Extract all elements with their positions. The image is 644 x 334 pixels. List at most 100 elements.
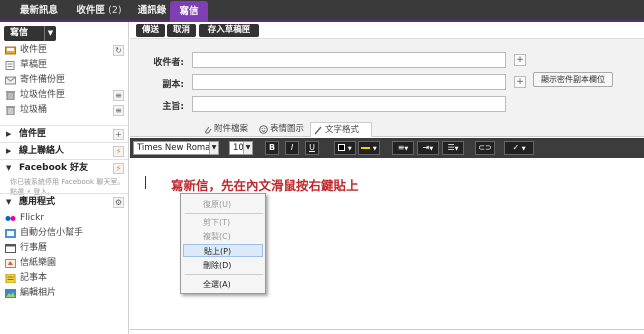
gear-icon[interactable]: ⚙	[113, 197, 124, 208]
cc-label: 副本:	[162, 80, 184, 90]
menu-item-cut[interactable]: 剪下(T)	[183, 216, 263, 229]
font-family-select[interactable]: Times New Roman ▼	[133, 141, 219, 155]
tab-text-format[interactable]: 文字格式	[310, 122, 372, 137]
status-icon[interactable]: ⚡	[113, 163, 124, 174]
add-recipient-icon[interactable]: +	[514, 54, 526, 66]
empty-trash-icon[interactable]: ≡	[113, 105, 124, 116]
context-menu: 復原(U) 剪下(T) 複製(C) 貼上(P) 刪除(D) 全選(A)	[180, 193, 266, 294]
add-folder-icon[interactable]: +	[113, 129, 124, 140]
send-button[interactable]: 傳送	[136, 24, 165, 37]
section-facebook-friends[interactable]: ▼ Facebook 好友 ⚡	[0, 159, 128, 176]
cancel-button[interactable]: 取消	[167, 24, 196, 37]
cc-field[interactable]	[192, 74, 506, 90]
editor-tabs: 附件檔案 表情圖示 文字格式	[130, 121, 644, 137]
top-navigation: 最新訊息 收件匣 (2) 通訊錄 寫信	[0, 0, 644, 22]
menu-item-delete[interactable]: 刪除(D)	[183, 259, 263, 272]
folder-sent[interactable]: 寄件備份匣	[0, 73, 128, 88]
folder-drafts[interactable]: 草稿匣	[0, 58, 128, 73]
underline-button[interactable]: U	[305, 141, 319, 155]
chevron-down-icon: ▼	[429, 146, 434, 152]
tab-label: 最新訊息	[19, 5, 58, 16]
italic-button[interactable]: I	[285, 141, 299, 155]
list-button[interactable]: ☰▼	[442, 141, 464, 155]
section-label: 線上聯絡人	[19, 146, 65, 156]
format-toolbar: Times New Roman ▼ 10 ▼ B I U ▼ ▼ ≡▼ ⇥▼ ☰…	[130, 138, 644, 158]
tab-news[interactable]: 最新訊息	[10, 2, 68, 20]
font-color-icon	[338, 144, 346, 151]
compose-label: 寫信	[10, 28, 29, 38]
folder-spam[interactable]: 垃圾信件匣 ≡	[0, 88, 128, 103]
link-button[interactable]: ⊂⊃	[475, 141, 495, 155]
to-field[interactable]	[192, 52, 506, 68]
tab-label: 寫信	[179, 6, 199, 17]
section-online-contacts[interactable]: ▶ 線上聯絡人 ⚡	[0, 142, 128, 159]
app-label: 記事本	[20, 273, 48, 283]
menu-item-copy[interactable]: 複製(C)	[183, 230, 263, 243]
bold-button[interactable]: B	[265, 141, 279, 155]
app-flickr[interactable]: Flickr	[0, 211, 128, 226]
folder-inbox[interactable]: 收件匣 ↻	[0, 43, 128, 58]
trash-icon	[6, 106, 15, 115]
subject-label: 主旨:	[162, 102, 184, 112]
status-icon[interactable]: ⚡	[113, 146, 124, 157]
indent-button[interactable]: ⇥▼	[417, 141, 439, 155]
chevron-down-icon[interactable]: ▼	[44, 26, 56, 41]
highlighter-icon	[361, 146, 371, 149]
tab-label: 文字格式	[325, 125, 360, 135]
stationery-icon	[5, 259, 16, 268]
chevron-down-icon: ▼	[404, 146, 409, 152]
font-color-button[interactable]: ▼	[334, 141, 356, 155]
section-apps[interactable]: ▼ 應用程式 ⚙	[0, 193, 128, 210]
font-value: Times New Roman	[137, 143, 216, 153]
tab-emoticons[interactable]: 表情圖示	[256, 122, 308, 137]
chevron-down-icon: ▼	[454, 146, 459, 152]
app-mail-helper[interactable]: 自動分信小幫手	[0, 226, 128, 241]
app-stationery[interactable]: 信紙樂園	[0, 256, 128, 271]
mail-helper-icon	[5, 229, 16, 238]
tab-attachments[interactable]: 附件檔案	[200, 122, 252, 137]
tab-label: 附件檔案	[214, 124, 249, 134]
editor-text: 寫新信，先在內文滑鼠按右鍵貼上	[171, 178, 359, 193]
bullet-list-icon: ☰	[447, 143, 455, 152]
section-label: 應用程式	[19, 197, 56, 207]
app-label: 行事曆	[20, 243, 48, 253]
save-draft-button[interactable]: 存入草稿匣	[199, 24, 259, 37]
folder-label: 草稿匣	[20, 60, 48, 70]
refresh-icon[interactable]: ↻	[113, 45, 124, 56]
folder-label: 收件匣	[20, 45, 48, 55]
tab-inbox[interactable]: 收件匣 (2)	[68, 2, 130, 20]
divider	[130, 329, 644, 330]
sent-icon	[5, 76, 16, 85]
spellcheck-icon: ✓	[512, 143, 520, 152]
compose-button[interactable]: 寫信 ▼	[4, 26, 56, 41]
menu-item-undo[interactable]: 復原(U)	[183, 198, 263, 211]
subject-field[interactable]	[192, 96, 506, 112]
add-cc-icon[interactable]: +	[514, 76, 526, 88]
app-notepad[interactable]: 記事本	[0, 271, 128, 286]
caret-right-icon: ▶	[6, 130, 12, 138]
empty-spam-icon[interactable]: ≡	[113, 90, 124, 101]
chevron-down-icon: ▼	[347, 146, 352, 152]
section-folders[interactable]: ▶ 信件匣 +	[0, 125, 128, 142]
tab-contacts[interactable]: 通訊錄	[130, 2, 174, 20]
menu-divider	[185, 213, 263, 214]
to-label: 收件者:	[153, 58, 184, 68]
font-size-select[interactable]: 10 ▼	[229, 141, 253, 155]
folder-trash[interactable]: 垃圾桶 ≡	[0, 103, 128, 118]
menu-item-select-all[interactable]: 全選(A)	[183, 278, 263, 291]
spellcheck-button[interactable]: ✓ ▼	[504, 141, 534, 155]
inbox-icon	[5, 46, 16, 55]
folder-label: 垃圾信件匣	[20, 90, 66, 100]
highlight-button[interactable]: ▼	[358, 141, 380, 155]
app-photo-edit[interactable]: 編輯相片	[0, 286, 128, 301]
show-bcc-button[interactable]: 顯示密件副本欄位	[533, 72, 613, 87]
menu-item-paste[interactable]: 貼上(P)	[183, 244, 263, 257]
folder-label: 垃圾桶	[20, 105, 48, 115]
paperclip-icon	[205, 126, 212, 134]
app-calendar[interactable]: 行事曆	[0, 241, 128, 256]
align-button[interactable]: ≡▼	[392, 141, 414, 155]
chevron-down-icon: ▼	[243, 142, 252, 154]
link-icon: ⊂⊃	[478, 143, 492, 152]
tab-compose[interactable]: 寫信	[170, 1, 208, 22]
chevron-down-icon: ▼	[372, 146, 377, 152]
